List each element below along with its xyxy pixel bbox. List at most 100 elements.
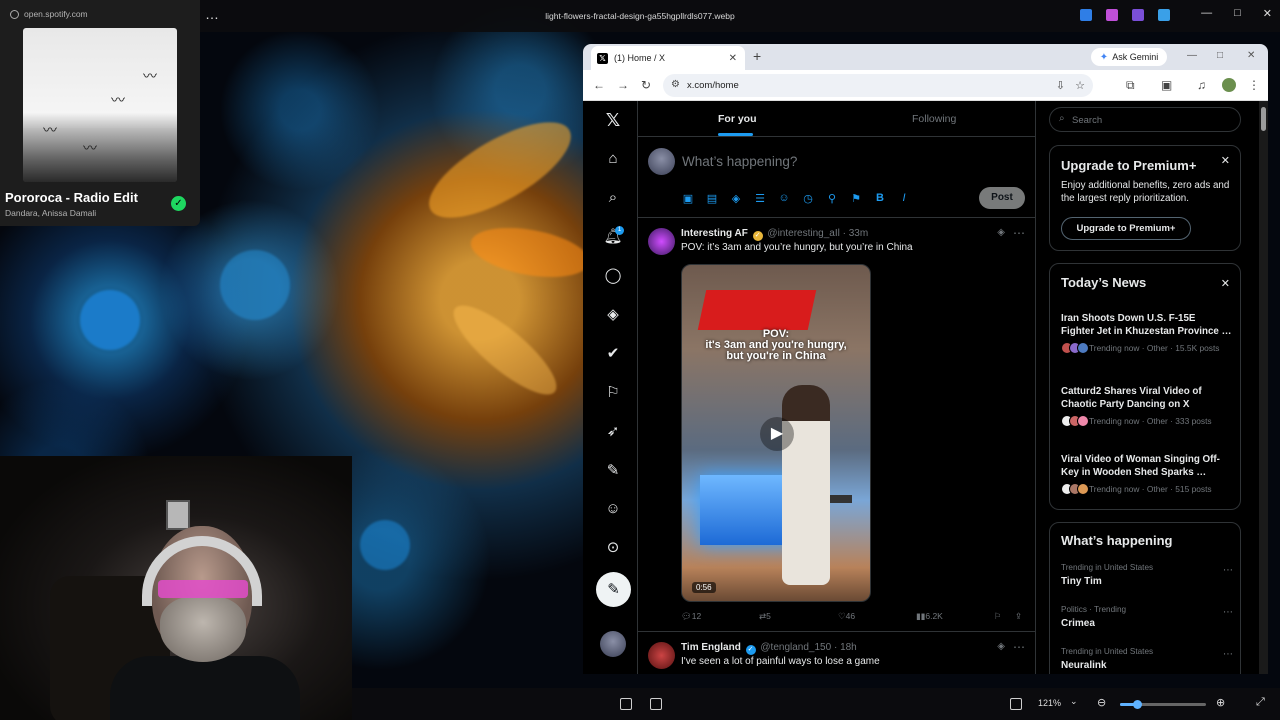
new-tab-icon[interactable]: + bbox=[753, 48, 761, 64]
tab-following[interactable]: Following bbox=[912, 113, 956, 125]
x-logo-icon[interactable]: 𝕏 bbox=[603, 110, 623, 130]
minimize-icon[interactable]: — bbox=[1201, 7, 1212, 20]
tweet-video[interactable]: POV: it's 3am and you're hungry, but you… bbox=[681, 264, 871, 602]
trend-item[interactable]: Trending in United States Neuralink ⋯ bbox=[1061, 647, 1233, 671]
search-input[interactable]: ⌕ Search bbox=[1049, 107, 1241, 132]
ask-gemini-button[interactable]: ✦ Ask Gemini bbox=[1091, 48, 1167, 66]
maximize-icon[interactable]: □ bbox=[1234, 7, 1241, 20]
tab-search-icon[interactable]: ▣ bbox=[1161, 78, 1172, 92]
liked-check-icon[interactable]: ✓ bbox=[171, 196, 186, 211]
poll-icon[interactable]: ☰ bbox=[754, 192, 766, 205]
actual-size-icon[interactable] bbox=[1010, 698, 1022, 710]
compose-post-button[interactable]: ✎ bbox=[596, 572, 631, 607]
like-button[interactable]: ♡ 46 bbox=[838, 611, 855, 622]
install-app-icon[interactable]: ⇩ bbox=[1056, 79, 1065, 92]
tweet[interactable]: Interesting AF ✓ @interesting_aIl · 33m … bbox=[638, 218, 1035, 632]
composer-input[interactable]: What’s happening? bbox=[682, 154, 797, 169]
zoom-in-icon[interactable]: ⊕ bbox=[1216, 696, 1225, 709]
scrollbar-thumb[interactable] bbox=[1261, 107, 1266, 131]
address-url[interactable]: x.com/home bbox=[687, 80, 739, 91]
maximize-icon[interactable]: □ bbox=[1217, 50, 1223, 61]
location-icon[interactable]: ⚲ bbox=[826, 192, 838, 205]
verified-icon[interactable]: ✔ bbox=[603, 344, 623, 364]
repost-button[interactable]: ⇄ 5 bbox=[759, 611, 771, 622]
close-icon[interactable]: ✕ bbox=[1247, 50, 1255, 61]
tab-x-home[interactable]: 𝕏 (1) Home / X ✕ bbox=[591, 46, 745, 70]
tweet-time[interactable]: 33m bbox=[849, 228, 868, 239]
zoom-slider-knob[interactable] bbox=[1133, 700, 1143, 709]
close-tab-icon[interactable]: ✕ bbox=[729, 53, 737, 64]
app-icon[interactable] bbox=[1106, 9, 1118, 21]
schedule-icon[interactable]: ◷ bbox=[802, 192, 814, 205]
fit-screen-icon[interactable] bbox=[620, 698, 632, 710]
close-icon[interactable]: ✕ bbox=[1221, 277, 1230, 290]
home-icon[interactable]: ⌂ bbox=[603, 149, 623, 169]
more-icon[interactable]: ⊙ bbox=[603, 538, 623, 558]
composer-avatar[interactable] bbox=[648, 148, 675, 175]
grok-icon[interactable]: ◈ bbox=[603, 305, 623, 325]
close-icon[interactable]: ✕ bbox=[1263, 7, 1272, 20]
album-art[interactable]: 〰 〰 〰 〰 bbox=[23, 28, 177, 182]
tweet[interactable]: Tim England ✓ @tengland_150 · 18h ◈ ⋯ I'… bbox=[638, 632, 1035, 674]
browser-menu-icon[interactable]: ⋮ bbox=[1248, 78, 1260, 92]
media-controls-icon[interactable]: ♫ bbox=[1197, 78, 1206, 92]
site-info-icon[interactable]: ⚙ bbox=[671, 79, 680, 90]
fullscreen-icon[interactable]: ⤢ bbox=[1256, 696, 1268, 708]
more-options-icon[interactable]: ⋯ bbox=[1223, 649, 1233, 660]
tweet-author-name[interactable]: Interesting AF bbox=[681, 228, 748, 239]
tweet-avatar[interactable] bbox=[648, 228, 675, 255]
tweet-author-handle[interactable]: @tengland_150 bbox=[760, 642, 831, 653]
extensions-icon[interactable]: ⧉ bbox=[1126, 78, 1135, 93]
forward-icon[interactable]: → bbox=[617, 78, 629, 92]
profile-avatar[interactable] bbox=[1222, 78, 1236, 92]
app-icon[interactable] bbox=[1080, 9, 1092, 21]
news-item[interactable]: Iran Shoots Down U.S. F-15E Fighter Jet … bbox=[1061, 312, 1233, 354]
play-icon[interactable]: ▶ bbox=[760, 417, 794, 451]
zoom-out-icon[interactable]: ⊖ bbox=[1097, 696, 1106, 709]
trend-item[interactable]: Trending in United States Tiny Tim ⋯ bbox=[1061, 563, 1233, 587]
emoji-icon[interactable]: ☺ bbox=[778, 192, 790, 205]
search-icon[interactable]: ⌕ bbox=[603, 188, 623, 208]
edit-icon[interactable]: ✎ bbox=[603, 461, 623, 481]
grok-icon[interactable]: ◈ bbox=[730, 192, 742, 205]
page-scrollbar[interactable] bbox=[1259, 101, 1268, 674]
chevron-down-icon[interactable]: ⌄ bbox=[1070, 696, 1078, 707]
italic-icon[interactable]: I bbox=[898, 192, 910, 205]
account-avatar[interactable] bbox=[600, 631, 626, 657]
reload-icon[interactable]: ↻ bbox=[641, 78, 651, 92]
address-bar[interactable]: ⚙ x.com/home ⇩ ☆ bbox=[663, 74, 1093, 97]
back-icon[interactable]: ← bbox=[593, 78, 605, 92]
bold-icon[interactable]: B bbox=[874, 192, 886, 205]
flag-icon[interactable]: ⚑ bbox=[850, 192, 862, 205]
trend-item[interactable]: Politics · Trending Crimea ⋯ bbox=[1061, 605, 1233, 629]
zoom-slider[interactable] bbox=[1120, 700, 1206, 709]
grok-icon[interactable]: ◈ bbox=[997, 227, 1005, 238]
tweet-author-name[interactable]: Tim England bbox=[681, 642, 741, 653]
message-icon[interactable]: ◯ bbox=[603, 266, 623, 286]
minimize-icon[interactable]: — bbox=[1187, 50, 1197, 61]
more-options-icon[interactable]: ⋯ bbox=[1223, 565, 1233, 576]
gif-icon[interactable]: ▤ bbox=[706, 192, 718, 205]
bookmark-star-icon[interactable]: ☆ bbox=[1075, 79, 1085, 92]
more-options-icon[interactable]: ⋯ bbox=[1223, 607, 1233, 618]
news-item[interactable]: Viral Video of Woman Singing Off- Key in… bbox=[1061, 453, 1233, 495]
views-button[interactable]: ▮▮ 6.2K bbox=[916, 611, 943, 622]
more-options-icon[interactable]: ⋯ bbox=[1013, 226, 1025, 240]
person-icon[interactable]: ☺ bbox=[603, 499, 623, 519]
app-icon[interactable] bbox=[1158, 9, 1170, 21]
news-item[interactable]: Catturd2 Shares Viral Video of Chaotic P… bbox=[1061, 385, 1233, 427]
upgrade-premium-button[interactable]: Upgrade to Premium+ bbox=[1061, 217, 1191, 240]
tab-for-you[interactable]: For you bbox=[718, 113, 757, 125]
share-icon[interactable]: ⇪ bbox=[1015, 611, 1022, 622]
tweet-time[interactable]: 18h bbox=[840, 642, 857, 653]
zoom-level[interactable]: 121% bbox=[1038, 698, 1061, 708]
grok-icon[interactable]: ◈ bbox=[997, 641, 1005, 652]
app-icon[interactable] bbox=[1132, 9, 1144, 21]
track-artists[interactable]: Dandara, Anissa Damali bbox=[5, 208, 96, 218]
tweet-author-handle[interactable]: @interesting_aIl bbox=[767, 228, 839, 239]
image-icon[interactable]: ▣ bbox=[682, 192, 694, 205]
bookmark-icon[interactable]: ⚐ bbox=[603, 383, 623, 403]
more-options-icon[interactable]: ⋯ bbox=[1013, 640, 1025, 654]
text-select-icon[interactable] bbox=[650, 698, 662, 710]
bookmark-icon[interactable]: ⚐ bbox=[994, 611, 1002, 622]
